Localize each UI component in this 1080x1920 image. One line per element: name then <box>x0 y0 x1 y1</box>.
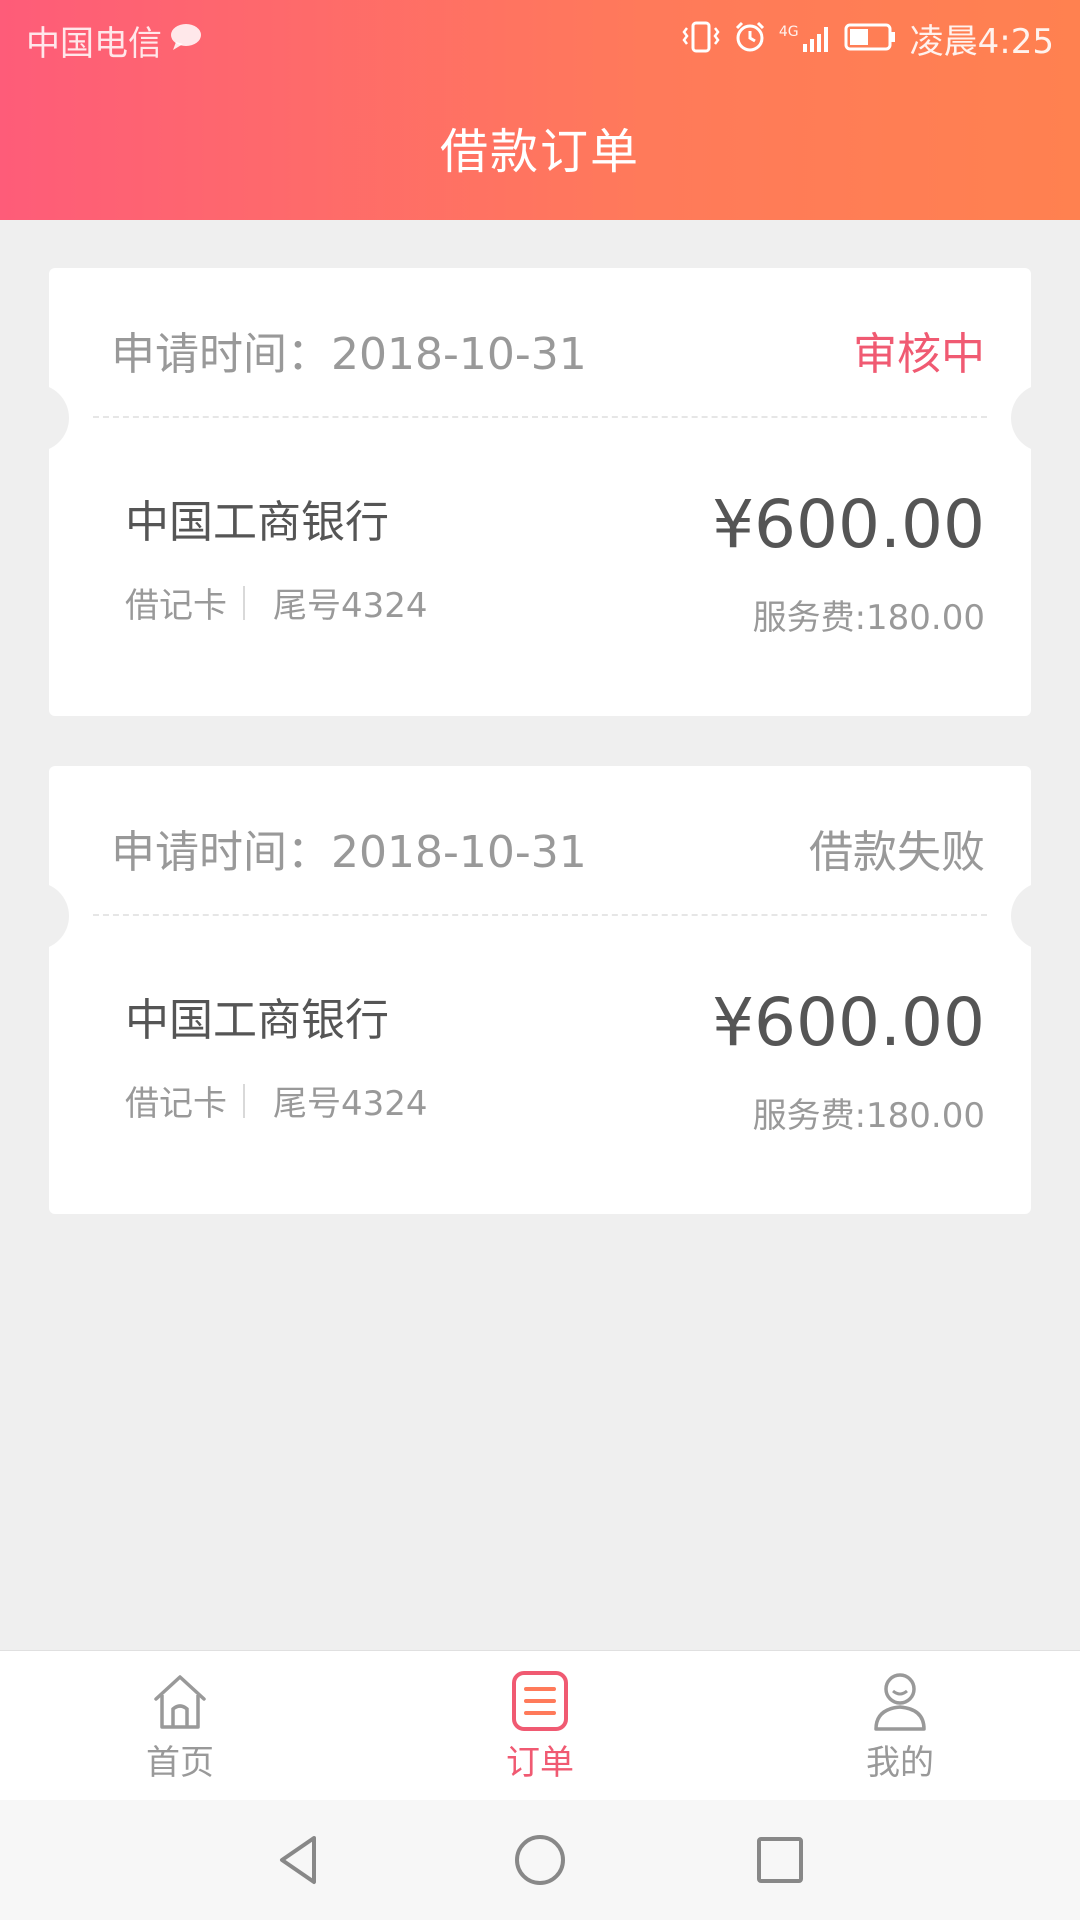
bank-name: 中国工商银行 <box>125 497 389 548</box>
app-header: 中国电信 4G 凌晨4:25 借款订单 <box>0 0 1080 220</box>
card-info: 借记卡 尾号4324 <box>125 578 428 627</box>
bottom-tab-bar: 首页 订单 我的 <box>0 1650 1080 1800</box>
order-card[interactable]: 申请时间：2018-10-31 审核中 中国工商银行 借记卡 尾号4324 ¥6… <box>35 268 1045 716</box>
card-type: 借记卡 <box>125 1084 227 1124</box>
home-icon <box>154 1675 206 1729</box>
tab-label: 订单 <box>506 1743 574 1783</box>
back-icon[interactable] <box>270 1830 330 1890</box>
apply-time: 申请时间：2018-10-31 <box>111 827 587 878</box>
tab-home[interactable]: 首页 <box>80 1651 280 1801</box>
bank-name: 中国工商银行 <box>125 995 389 1046</box>
loan-amount: ¥600.00 <box>712 984 985 1061</box>
system-nav-bar <box>0 1800 1080 1920</box>
status-icons: 4G 凌晨4:25 <box>681 14 1054 63</box>
order-list: 申请时间：2018-10-31 审核中 中国工商银行 借记卡 尾号4324 ¥6… <box>0 220 1080 1650</box>
card-info: 借记卡 尾号4324 <box>125 1076 428 1125</box>
order-card[interactable]: 申请时间：2018-10-31 借款失败 中国工商银行 借记卡 尾号4324 ¥… <box>35 766 1045 1214</box>
recents-icon[interactable] <box>750 1830 810 1890</box>
card-type: 借记卡 <box>125 586 227 626</box>
separator <box>243 1083 245 1118</box>
home-circle-icon[interactable] <box>510 1830 570 1890</box>
tab-orders[interactable]: 订单 <box>440 1651 640 1801</box>
card-notch-left <box>35 882 69 950</box>
user-icon <box>874 1673 926 1731</box>
card-tail: 尾号4324 <box>273 1084 428 1124</box>
card-notch-right <box>1011 882 1045 950</box>
order-status: 借款失败 <box>809 827 985 878</box>
status-bar: 中国电信 4G 凌晨4:25 <box>0 0 1080 76</box>
loan-amount: ¥600.00 <box>712 486 985 563</box>
battery-icon <box>844 22 898 56</box>
separator <box>243 585 245 620</box>
apply-time: 申请时间：2018-10-31 <box>111 329 587 380</box>
dashed-divider <box>93 416 987 418</box>
card-notch-left <box>35 384 69 452</box>
tab-label: 首页 <box>146 1743 214 1783</box>
message-icon <box>168 21 204 61</box>
tab-label: 我的 <box>866 1743 934 1783</box>
network-type: 4G <box>778 23 799 40</box>
carrier-name: 中国电信 <box>26 24 162 64</box>
dashed-divider <box>93 914 987 916</box>
carrier: 中国电信 <box>26 16 204 65</box>
service-fee: 服务费:180.00 <box>752 1096 985 1136</box>
service-fee: 服务费:180.00 <box>752 598 985 638</box>
card-notch-right <box>1011 384 1045 452</box>
alarm-icon <box>733 20 767 58</box>
clock: 凌晨4:25 <box>909 22 1054 62</box>
order-list-icon <box>512 1671 568 1731</box>
card-tail: 尾号4324 <box>273 586 428 626</box>
page-title: 借款订单 <box>439 124 640 180</box>
vibrate-icon <box>681 20 721 58</box>
order-status: 审核中 <box>853 329 985 380</box>
signal-icon: 4G <box>779 24 832 54</box>
tab-mine[interactable]: 我的 <box>800 1651 1000 1801</box>
